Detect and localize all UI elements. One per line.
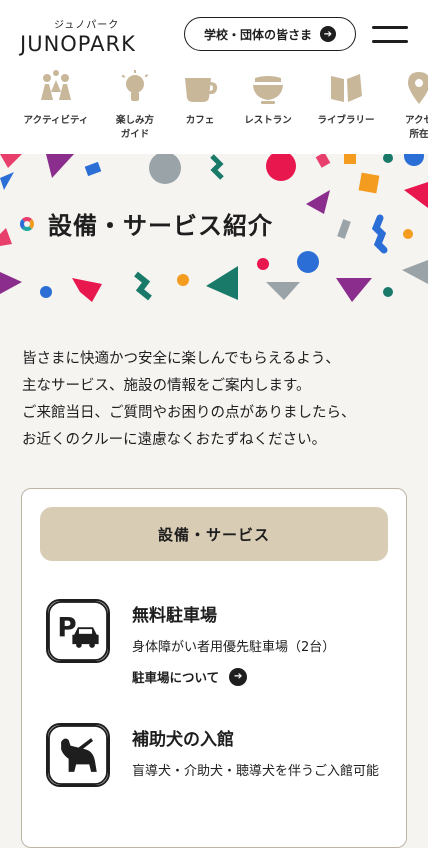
nav-label: レストラン <box>244 115 292 126</box>
ring-icon <box>20 216 34 231</box>
service-item-parking: P 無料駐車場 身体障がい者用優先駐車場（2台） 駐車場について ➔ <box>46 599 386 699</box>
coffee-cup-icon <box>185 78 218 102</box>
nav-label: 楽しみ方 ガイド <box>115 115 154 140</box>
service-description: 身体障がい者用優先駐車場（2台） <box>132 640 336 655</box>
guide-dog-icon <box>46 723 110 787</box>
intro-line: 主なサービス、施設の情報をご案内します。 <box>22 378 311 394</box>
menu-bar-top <box>372 26 408 29</box>
nav-label: ライブラリー <box>317 115 375 126</box>
nav-item-library[interactable]: ライブラリー <box>311 70 381 128</box>
hamburger-menu-button[interactable] <box>372 24 408 46</box>
junopark-logo[interactable]: ジュノパーク JUNOPARK <box>20 16 152 56</box>
parking-link-label: 駐車場について <box>132 670 220 685</box>
intro-line: 皆さまに快適かつ安全に楽しんでもらえるよう、 <box>22 351 340 367</box>
menu-bar-bottom <box>372 40 408 43</box>
nav-item-restaurant[interactable]: レストラン <box>233 70 303 128</box>
intro-text: 皆さまに快適かつ安全に楽しんでもらえるよう、 主なサービス、施設の情報をご案内し… <box>22 346 412 454</box>
page-title: 設備・サービス紹介 <box>48 212 273 240</box>
nav-item-activity[interactable]: アクティビティ <box>21 70 91 128</box>
school-groups-button[interactable]: 学校・団体の皆さま ➔ <box>184 17 356 51</box>
arrow-right-icon: ➔ <box>320 26 336 42</box>
intro-line: ご来館当日、ご質問やお困りの点がありましたら、 <box>22 405 356 421</box>
service-title: 無料駐車場 <box>132 606 217 626</box>
page-title-block: 設備・サービス紹介 <box>20 206 277 241</box>
nav-item-cafe[interactable]: カフェ <box>165 70 235 128</box>
book-icon <box>331 74 362 102</box>
nav-label: カフェ <box>185 115 215 126</box>
people-icon <box>41 70 71 100</box>
nav-label: アクセ 所在 <box>404 115 428 140</box>
site-header: ジュノパーク JUNOPARK 学校・団体の皆さま ➔ <box>0 0 428 70</box>
nav-item-guide[interactable]: 楽しみ方 ガイド <box>100 70 170 142</box>
hero-banner: 設備・サービス紹介 <box>0 154 428 324</box>
arrow-right-icon: ➔ <box>229 667 248 686</box>
bowl-icon <box>253 76 283 104</box>
lightbulb-icon <box>121 70 149 101</box>
intro-line: お近くのクルーに遠慮なくおたずねください。 <box>22 432 327 448</box>
school-groups-label: 学校・団体の皆さま <box>203 27 312 42</box>
services-card: 設備・サービス P 無料駐車場 身体障がい者用優先駐車場（2台） 駐車場について… <box>21 488 407 848</box>
services-heading[interactable]: 設備・サービス <box>40 507 388 561</box>
service-title: 補助犬の入館 <box>132 730 234 750</box>
map-pin-icon <box>408 72 428 104</box>
category-nav: アクティビティ 楽しみ方 ガイド カフェ レストラン ライブラリー アク 所在 <box>0 70 428 154</box>
parking-icon: P <box>46 599 110 663</box>
logo-text: JUNOPARK <box>20 32 136 56</box>
nav-item-access[interactable]: アクセ 所在 <box>384 70 428 142</box>
logo-kana: ジュノパーク <box>54 20 120 31</box>
parking-info-link[interactable]: 駐車場について ➔ <box>132 667 248 686</box>
nav-label: アクティビティ <box>23 115 89 126</box>
service-item-assistance-dog: 補助犬の入館 盲導犬・介助犬・聴導犬を伴うご入館可能 <box>46 723 386 823</box>
service-description: 盲導犬・介助犬・聴導犬を伴うご入館可能 <box>132 764 380 779</box>
